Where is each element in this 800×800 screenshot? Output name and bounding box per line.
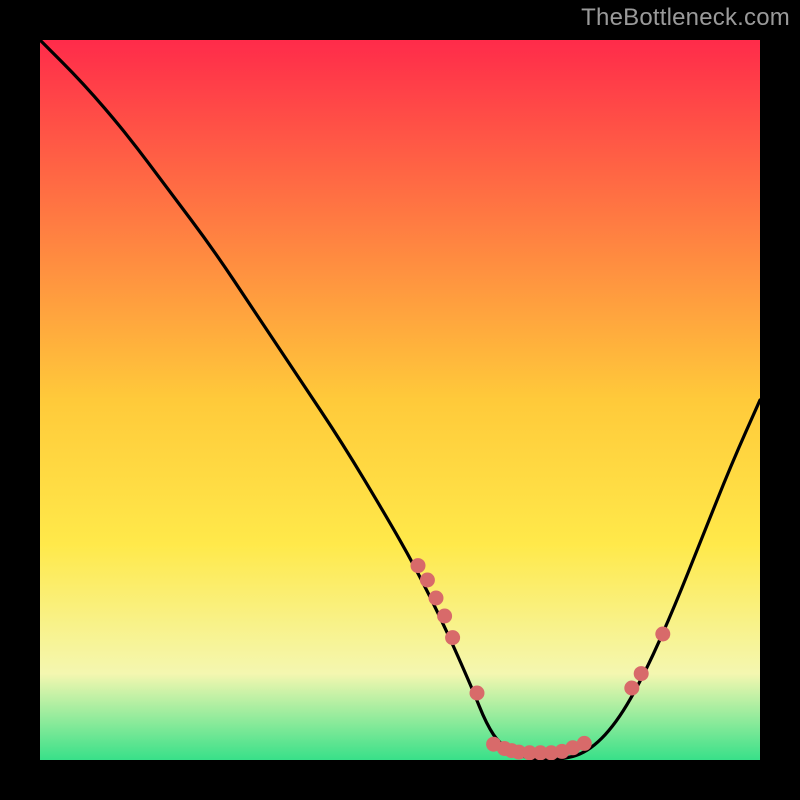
data-dot <box>437 609 452 624</box>
data-dot <box>470 686 485 701</box>
chart-svg <box>40 40 760 760</box>
chart-container: TheBottleneck.com <box>0 0 800 800</box>
data-dot <box>411 558 426 573</box>
data-dot <box>445 630 460 645</box>
data-dot <box>634 666 649 681</box>
data-dot <box>429 591 444 606</box>
data-dot <box>420 573 435 588</box>
watermark-text: TheBottleneck.com <box>581 4 790 32</box>
plot-area <box>40 40 760 760</box>
data-dot <box>577 736 592 751</box>
gradient-background <box>40 40 760 760</box>
data-dot <box>624 681 639 696</box>
data-dot <box>655 627 670 642</box>
